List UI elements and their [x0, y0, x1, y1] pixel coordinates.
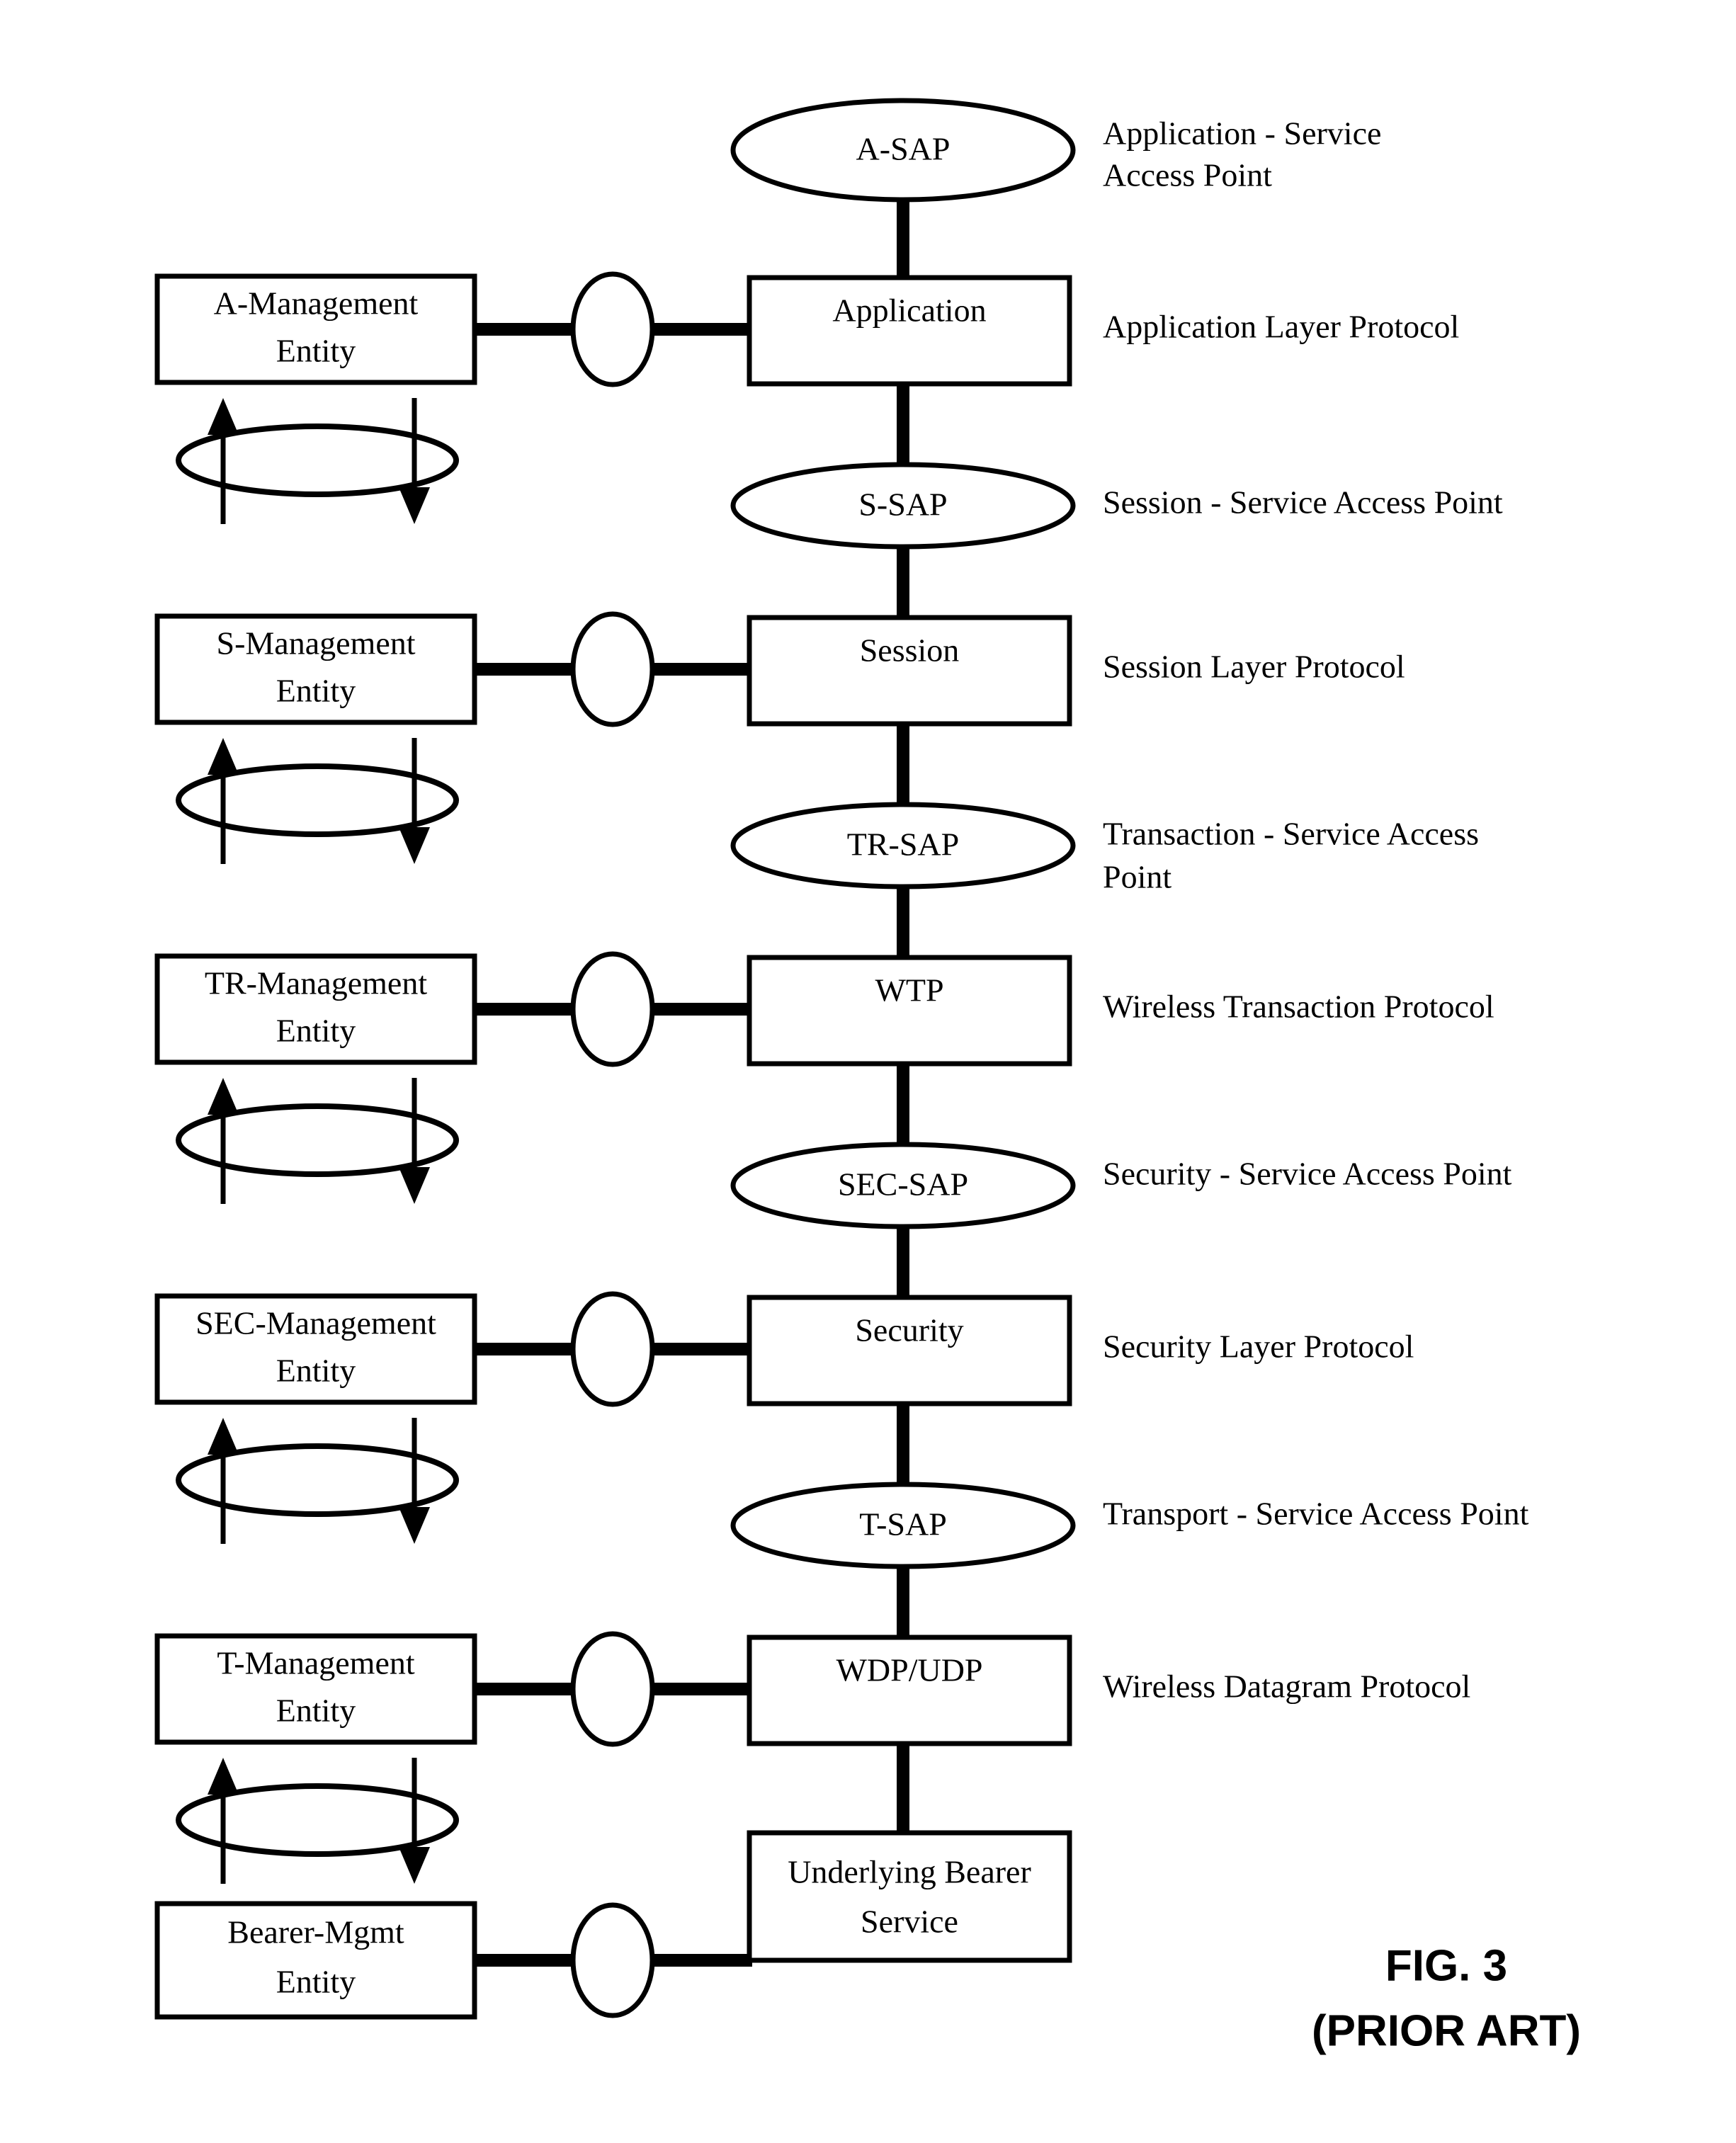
- rotation-up-arrow-head-1: [208, 398, 239, 435]
- management-label-bearer-mgmt-line1: Bearer-Mgmt: [227, 1914, 404, 1950]
- rotation-up-arrow-head-4: [208, 1418, 239, 1455]
- right-label-security-sap: Security - Service Access Point: [1103, 1156, 1512, 1192]
- rotation-symbol-3: [176, 1078, 459, 1204]
- management-label-t-mgmt-line2: Entity: [276, 1693, 356, 1729]
- protocol-stack-diagram: A-SAP S-SAP TR-SAP SEC-SAP T-SAP Applica…: [154, 98, 1581, 2055]
- right-label-application-sap-line1: Application - Service: [1103, 115, 1381, 152]
- management-label-tr-mgmt-line1: TR-Management: [205, 965, 427, 1001]
- figure-caption-group: FIG. 3 (PRIOR ART): [1312, 1941, 1581, 2055]
- management-label-t-mgmt-line1: T-Management: [217, 1645, 415, 1681]
- interface-ellipse-bearer: [570, 1902, 655, 2018]
- right-label-transaction-protocol: Wireless Transaction Protocol: [1103, 989, 1494, 1025]
- figure-canvas: A-SAP S-SAP TR-SAP SEC-SAP T-SAP Applica…: [0, 0, 1736, 2143]
- right-label-session-protocol: Session Layer Protocol: [1103, 649, 1405, 685]
- interface-ellipse-session: [570, 611, 655, 727]
- layer-label-wtp: WTP: [875, 972, 943, 1008]
- right-label-transport-protocol: Wireless Datagram Protocol: [1103, 1669, 1470, 1705]
- rotation-up-arrow-head-3: [208, 1078, 239, 1115]
- management-entity-group: A-Management Entity S-Management Entity …: [154, 273, 477, 2020]
- right-label-transport-sap: Transport - Service Access Point: [1103, 1496, 1529, 1532]
- management-label-s-mgmt-line1: S-Management: [216, 625, 415, 661]
- rotation-symbol-5: [176, 1758, 459, 1884]
- layer-label-wdp-udp: WDP/UDP: [836, 1652, 982, 1688]
- rotation-down-arrow-head-2: [399, 827, 430, 864]
- rotation-down-arrow-head-4: [399, 1507, 430, 1544]
- sap-label-tr-sap: TR-SAP: [847, 826, 959, 863]
- rotation-down-arrow-head-5: [399, 1847, 430, 1884]
- right-label-application-sap-line2: Access Point: [1103, 157, 1272, 193]
- right-label-application-protocol: Application Layer Protocol: [1103, 309, 1459, 345]
- rotation-down-arrow-head-1: [399, 487, 430, 524]
- right-label-transaction-sap-line1: Transaction - Service Access: [1103, 816, 1479, 852]
- layer-label-bearer-line2: Service: [861, 1904, 958, 1940]
- rotation-up-arrow-head-5: [208, 1758, 239, 1795]
- management-interface-ellipses: [570, 271, 655, 2018]
- layer-label-bearer-line1: Underlying Bearer: [788, 1854, 1031, 1890]
- interface-ellipse-wtp: [570, 951, 655, 1067]
- interface-ellipse-wdpudp: [570, 1631, 655, 1747]
- sap-label-t-sap: T-SAP: [859, 1506, 947, 1542]
- management-label-tr-mgmt-line2: Entity: [276, 1013, 356, 1049]
- right-label-transaction-sap-line2: Point: [1103, 859, 1171, 895]
- right-label-column: Application - Service Access Point Appli…: [1103, 115, 1529, 1705]
- figure-number: FIG. 3: [1385, 1941, 1507, 1990]
- management-label-a-mgmt-line1: A-Management: [214, 285, 419, 322]
- interface-ellipse-security: [570, 1291, 655, 1407]
- management-label-a-mgmt-line2: Entity: [276, 333, 356, 369]
- management-label-sec-mgmt-line2: Entity: [276, 1353, 356, 1389]
- rotation-symbol-2: [176, 738, 459, 864]
- sap-label-s-sap: S-SAP: [858, 487, 947, 523]
- right-label-security-protocol: Security Layer Protocol: [1103, 1329, 1414, 1365]
- management-label-bearer-mgmt-line2: Entity: [276, 1964, 356, 2000]
- layer-label-security: Security: [855, 1312, 963, 1348]
- rotation-symbol-4: [176, 1418, 459, 1544]
- management-label-s-mgmt-line2: Entity: [276, 673, 356, 709]
- layer-label-session: Session: [860, 632, 960, 669]
- layer-label-application: Application: [832, 292, 986, 329]
- rotation-down-arrow-head-3: [399, 1167, 430, 1204]
- figure-prior-art-note: (PRIOR ART): [1312, 2006, 1581, 2055]
- layer-box-bearer[interactable]: [747, 1830, 1072, 1963]
- rotation-up-arrow-head-2: [208, 738, 239, 775]
- management-label-sec-mgmt-line1: SEC-Management: [195, 1305, 436, 1341]
- right-label-session-sap: Session - Service Access Point: [1103, 484, 1503, 521]
- interface-ellipse-application: [570, 271, 655, 387]
- rotation-symbol-1: [176, 398, 459, 524]
- sap-label-a-sap: A-SAP: [856, 131, 951, 167]
- sap-label-sec-sap: SEC-SAP: [838, 1166, 968, 1203]
